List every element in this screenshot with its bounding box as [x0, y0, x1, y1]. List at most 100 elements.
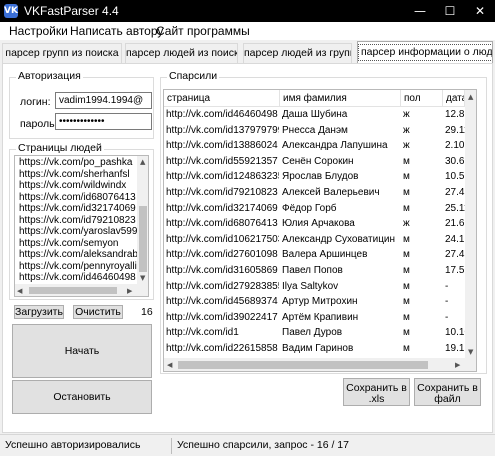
save-file-button[interactable]: Сохранить в файл	[414, 378, 481, 406]
table-cell[interactable]: http://vk.com/id13886024	[165, 139, 279, 152]
scroll-left-icon[interactable]: ◀	[167, 361, 172, 369]
table-cell[interactable]: м	[402, 186, 442, 199]
people-page-item[interactable]: https://vk.com/semyon	[19, 238, 118, 250]
table-cell[interactable]: Сенён Сорокин	[281, 155, 400, 168]
table-cell[interactable]: http://vk.com/id27601098	[165, 248, 279, 261]
tab-groups-search[interactable]: парсер групп из поиска	[2, 43, 122, 63]
table-cell[interactable]: Ярослав Блудов	[281, 170, 400, 183]
table-cell[interactable]: Александр Суховатицин	[281, 233, 400, 246]
table-cell[interactable]: 21.6.19	[444, 217, 465, 230]
table-cell[interactable]: Рнесса Данэм	[281, 124, 400, 137]
table-cell[interactable]: Павел Попов	[281, 264, 400, 277]
table-cell[interactable]: м	[402, 342, 442, 355]
people-pages-list[interactable]: https://vk.com/po_pashka https://vk.com/…	[14, 155, 149, 297]
people-page-item[interactable]: https://vk.com/id79210823	[19, 215, 136, 227]
table-cell[interactable]: м	[402, 295, 442, 308]
start-button[interactable]: Начать	[12, 324, 152, 378]
table-cell[interactable]: 25.11.19	[444, 202, 465, 215]
people-page-item[interactable]: https://vk.com/yaroslav5990	[19, 226, 143, 238]
table-cell[interactable]: -	[444, 311, 465, 324]
table-cell[interactable]: http://vk.com/id79210823	[165, 186, 279, 199]
results-vscrollbar[interactable]: ▲ ▼	[465, 90, 476, 358]
table-cell[interactable]: 10.5.19	[444, 170, 465, 183]
stop-button[interactable]: Остановить	[12, 380, 152, 414]
table-cell[interactable]: 19.12.19	[444, 342, 465, 355]
table-cell[interactable]: ж	[402, 217, 442, 230]
table-cell[interactable]: http://vk.com/id1	[165, 326, 279, 339]
table-cell[interactable]: http://vk.com/id279283855	[165, 280, 279, 293]
column-header-birthdate[interactable]: дата ро	[443, 90, 465, 107]
maximize-icon[interactable]: ☐	[435, 0, 465, 22]
table-cell[interactable]: м	[402, 280, 442, 293]
scroll-up-icon[interactable]: ▲	[140, 158, 145, 166]
table-cell[interactable]: http://vk.com/id124863235	[165, 170, 279, 183]
results-table[interactable]: страница имя фамилия пол дата ро http://…	[163, 89, 477, 372]
table-cell[interactable]: м	[402, 233, 442, 246]
table-cell[interactable]: http://vk.com/id22615858	[165, 342, 279, 355]
menu-settings[interactable]: Настройки	[9, 24, 68, 38]
save-xls-button[interactable]: Сохранить в .xls	[343, 378, 410, 406]
table-cell[interactable]: -	[444, 280, 465, 293]
results-hscrollbar[interactable]: ◀ ▶	[164, 358, 465, 371]
table-cell[interactable]: -	[444, 295, 465, 308]
people-page-item[interactable]: https://vk.com/id32174069	[19, 203, 136, 215]
table-cell[interactable]: м	[402, 326, 442, 339]
people-list-vscrollbar[interactable]: ▲ ▼	[137, 156, 148, 284]
table-cell[interactable]: 2.10.19	[444, 139, 465, 152]
table-cell[interactable]: м	[402, 155, 442, 168]
table-cell[interactable]: Алексей Валерьевич	[281, 186, 400, 199]
table-cell[interactable]: 27.4.19	[444, 186, 465, 199]
table-cell[interactable]: Фёдор Горб	[281, 202, 400, 215]
table-cell[interactable]: м	[402, 202, 442, 215]
login-field[interactable]: vadim1994.1994@	[55, 92, 152, 109]
table-cell[interactable]: Александра Лапушина	[281, 139, 400, 152]
table-cell[interactable]: м	[402, 170, 442, 183]
table-cell[interactable]: м	[402, 311, 442, 324]
scroll-down-icon[interactable]: ▼	[140, 274, 145, 282]
column-header-gender[interactable]: пол	[401, 90, 443, 107]
table-cell[interactable]: м	[402, 264, 442, 277]
menu-write-author[interactable]: Написать автору	[70, 24, 163, 38]
scroll-right-icon[interactable]: ▶	[127, 287, 132, 295]
table-cell[interactable]: 29.11	[444, 124, 465, 137]
scroll-left-icon[interactable]: ◀	[17, 287, 22, 295]
people-page-item[interactable]: https://vk.com/aleksandrabe	[19, 249, 144, 261]
table-cell[interactable]: Ilya Saltykov	[281, 280, 400, 293]
table-cell[interactable]: 30.6	[444, 155, 465, 168]
people-page-item[interactable]: https://vk.com/po_pashka	[19, 157, 132, 169]
table-cell[interactable]: м	[402, 248, 442, 261]
table-cell[interactable]: ж	[402, 124, 442, 137]
table-cell[interactable]: 17.5.19	[444, 264, 465, 277]
table-cell[interactable]: Павел Дуров	[281, 326, 400, 339]
tab-people-search[interactable]: парсер людей из поиска	[125, 43, 238, 63]
people-page-item[interactable]: https://vk.com/pennyroyallity	[19, 261, 145, 273]
table-cell[interactable]: Даша Шубина	[281, 108, 400, 121]
table-cell[interactable]: Юлия Арчакова	[281, 217, 400, 230]
clear-button[interactable]: Очистить	[73, 305, 123, 319]
table-cell[interactable]: http://vk.com/id31605869	[165, 264, 279, 277]
people-page-item[interactable]: https://vk.com/wildwindx	[19, 180, 126, 192]
people-page-item[interactable]: https://vk.com/id46460498	[19, 272, 136, 284]
table-cell[interactable]: http://vk.com/id32174069	[165, 202, 279, 215]
scroll-up-icon[interactable]: ▲	[468, 93, 473, 101]
column-header-name[interactable]: имя фамилия	[280, 90, 401, 107]
table-cell[interactable]: 12.8.19	[444, 108, 465, 121]
tab-people-groups[interactable]: парсер людей из групп	[243, 43, 352, 63]
table-cell[interactable]: http://vk.com/id39022417	[165, 311, 279, 324]
table-cell[interactable]: http://vk.com/id68076413	[165, 217, 279, 230]
table-cell[interactable]: http://vk.com/id46460498	[165, 108, 279, 121]
results-hthumb[interactable]	[178, 361, 428, 369]
table-cell[interactable]: 24.12	[444, 233, 465, 246]
table-cell[interactable]: ж	[402, 139, 442, 152]
table-cell[interactable]: Вадим Гаринов	[281, 342, 400, 355]
table-cell[interactable]: 27.4	[444, 248, 465, 261]
people-list-hscrollbar[interactable]: ◀ ▶	[15, 284, 137, 296]
tab-people-info[interactable]: парсер информации о людях	[357, 41, 493, 64]
people-page-item[interactable]: https://vk.com/sherhanfsl	[19, 169, 130, 181]
table-cell[interactable]: Артём Крапивин	[281, 311, 400, 324]
scroll-right-icon[interactable]: ▶	[455, 361, 460, 369]
people-list-hthumb[interactable]	[29, 287, 117, 294]
password-field[interactable]: •••••••••••••	[55, 113, 152, 130]
table-cell[interactable]: ж	[402, 108, 442, 121]
table-cell[interactable]: Валера Аршинцев	[281, 248, 400, 261]
